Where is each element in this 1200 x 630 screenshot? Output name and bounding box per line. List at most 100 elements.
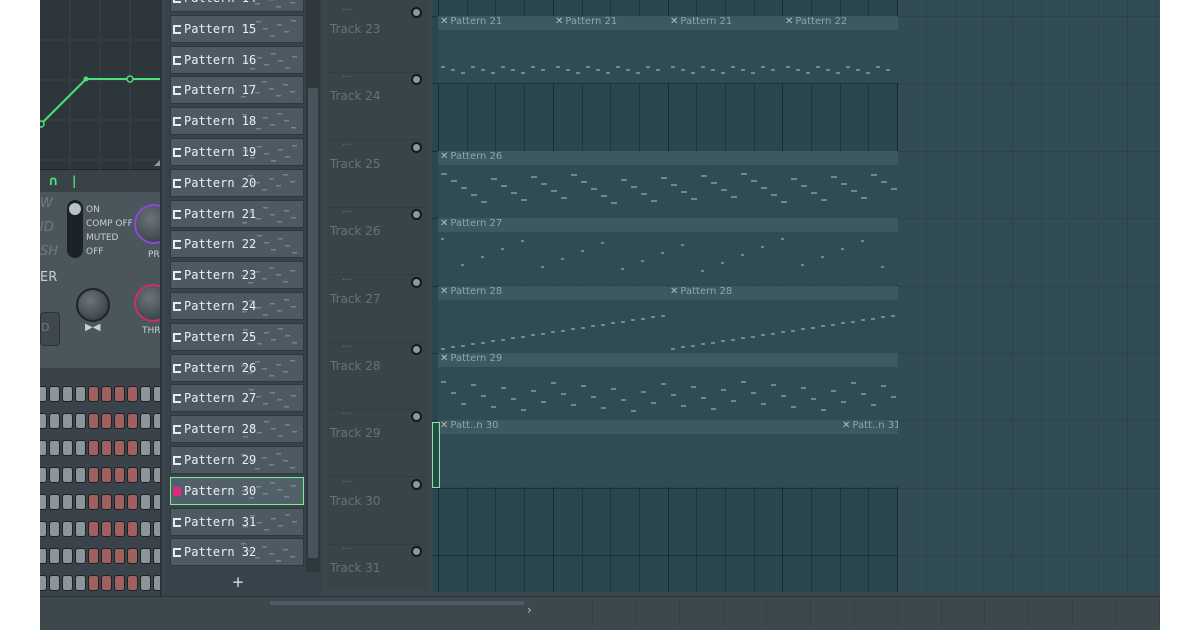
pattern-clip[interactable]: ✕ Patt..n 30 [438, 420, 840, 488]
step-pad[interactable] [101, 440, 112, 456]
pattern-clip[interactable]: ✕ Pattern 27 [438, 218, 898, 286]
track-header[interactable]: ... Track 23 [328, 0, 428, 73]
stereo-knob[interactable] [76, 288, 110, 322]
clip-close-icon[interactable]: ✕ [670, 16, 678, 27]
step-pad[interactable] [101, 386, 112, 402]
step-pad[interactable] [49, 521, 60, 537]
clip-header[interactable]: ✕ Pattern 21 [668, 16, 783, 30]
pattern-clip[interactable]: ✕ Pattern 28 [438, 285, 668, 353]
step-pad[interactable] [101, 494, 112, 510]
step-pad[interactable] [40, 467, 47, 483]
pattern-item[interactable]: Pattern 21 [170, 199, 304, 228]
track-grip[interactable]: ... [342, 472, 353, 485]
step-pad[interactable] [88, 386, 99, 402]
horizontal-scroll-thumb[interactable] [270, 601, 524, 605]
step-pad[interactable] [75, 521, 86, 537]
track-header[interactable]: ... Track 30 [328, 472, 428, 545]
pattern-item[interactable]: Pattern 28 [170, 415, 304, 444]
track-grip[interactable]: ... [342, 270, 353, 283]
envelope-graph[interactable] [40, 0, 160, 170]
track-mute-knob[interactable] [411, 209, 422, 221]
step-pad[interactable] [62, 467, 73, 483]
track-header[interactable]: ... Track 28 [328, 337, 428, 410]
step-pad[interactable] [114, 521, 125, 537]
clip-header[interactable]: ✕ Pattern 21 [438, 16, 553, 30]
step-pad[interactable] [62, 386, 73, 402]
track-header[interactable]: ... Track 24 [328, 67, 428, 141]
clip-header[interactable]: ✕ Pattern 21 [553, 16, 668, 30]
clip-body[interactable] [553, 30, 668, 83]
clip-header[interactable]: ✕ Pattern 26 [438, 150, 898, 165]
step-pad[interactable] [75, 413, 86, 429]
step-pad[interactable] [140, 467, 151, 483]
step-pad[interactable] [75, 548, 86, 564]
step-pad[interactable] [101, 548, 112, 564]
step-pad[interactable] [153, 575, 160, 591]
track-grip[interactable]: ... [342, 404, 353, 417]
step-pad[interactable] [75, 575, 86, 591]
playlist-grid[interactable]: ✕ Pattern 21 ✕ Pattern 21 ✕ Pattern 21 ✕ Patter… [432, 0, 1160, 592]
track-mute-knob[interactable] [411, 344, 422, 355]
clip-header[interactable]: ✕ Pattern 22 [783, 16, 898, 30]
clip-close-icon[interactable]: ✕ [440, 16, 448, 27]
scroll-right-arrow[interactable]: › [527, 603, 532, 617]
pattern-list-scrollbar[interactable] [306, 0, 320, 572]
pattern-clip[interactable]: ✕ Pattern 29 [438, 353, 898, 420]
track-mute-knob[interactable] [411, 276, 422, 288]
horizontal-scrollbar[interactable]: › [40, 596, 1160, 630]
step-pad[interactable] [140, 548, 151, 564]
side-button-sh[interactable]: SH [40, 244, 58, 264]
track-header[interactable]: ... Track 29 [328, 404, 428, 478]
step-pad[interactable] [127, 413, 138, 429]
pattern-list-scroll-thumb[interactable] [308, 88, 318, 558]
track-grip[interactable]: ... [342, 135, 353, 148]
step-pad[interactable] [75, 440, 86, 456]
step-pad[interactable] [153, 413, 160, 429]
magnet-icon[interactable]: ∩ [48, 174, 59, 189]
step-pad[interactable] [153, 386, 160, 402]
clip-body[interactable] [438, 367, 898, 420]
step-pad[interactable] [62, 521, 73, 537]
pattern-clip[interactable]: ✕ Pattern 28 [668, 285, 898, 353]
step-pad[interactable] [140, 386, 151, 402]
pattern-clip[interactable]: ✕ Pattern 21 [553, 16, 668, 83]
step-pad[interactable] [127, 494, 138, 510]
step-pad[interactable] [40, 521, 47, 537]
track-mute-knob[interactable] [411, 141, 422, 153]
step-pad[interactable] [140, 521, 151, 537]
step-pad[interactable] [49, 548, 60, 564]
step-pad[interactable] [140, 440, 151, 456]
step-pad[interactable] [153, 548, 160, 564]
pattern-item[interactable]: Pattern 15 [170, 14, 304, 43]
pattern-item[interactable]: Pattern 29 [170, 446, 304, 474]
clip-close-icon[interactable]: ✕ [440, 151, 448, 162]
step-pad[interactable] [140, 413, 151, 429]
step-pad[interactable] [153, 521, 160, 537]
step-pad[interactable] [62, 440, 73, 456]
track-grip[interactable]: ... [342, 0, 353, 13]
step-pad[interactable] [62, 548, 73, 564]
clip-body[interactable] [438, 434, 840, 488]
pattern-item[interactable]: Pattern 18 [170, 107, 304, 136]
step-pad[interactable] [114, 386, 125, 402]
track-mute-knob[interactable] [411, 7, 422, 18]
step-pad[interactable] [49, 494, 60, 510]
step-pad[interactable] [40, 548, 47, 564]
step-pad[interactable] [114, 467, 125, 483]
step-pad[interactable] [88, 575, 99, 591]
clip-close-icon[interactable]: ✕ [440, 353, 448, 364]
step-pad[interactable] [40, 494, 47, 510]
step-pad[interactable] [40, 386, 47, 402]
pattern-item[interactable]: Pattern 31 [170, 507, 304, 536]
pattern-item[interactable]: Pattern 32 [170, 538, 304, 567]
clip-body[interactable] [438, 299, 668, 353]
clip-body[interactable] [840, 434, 898, 488]
step-pad[interactable] [49, 440, 60, 456]
clip-close-icon[interactable]: ✕ [555, 16, 563, 27]
step-pad[interactable] [62, 494, 73, 510]
mode-switch[interactable] [67, 200, 83, 258]
step-pad[interactable] [114, 548, 125, 564]
clip-body[interactable] [438, 30, 553, 83]
pattern-clip[interactable]: ✕ Pattern 26 [438, 150, 898, 218]
step-pad[interactable] [62, 575, 73, 591]
